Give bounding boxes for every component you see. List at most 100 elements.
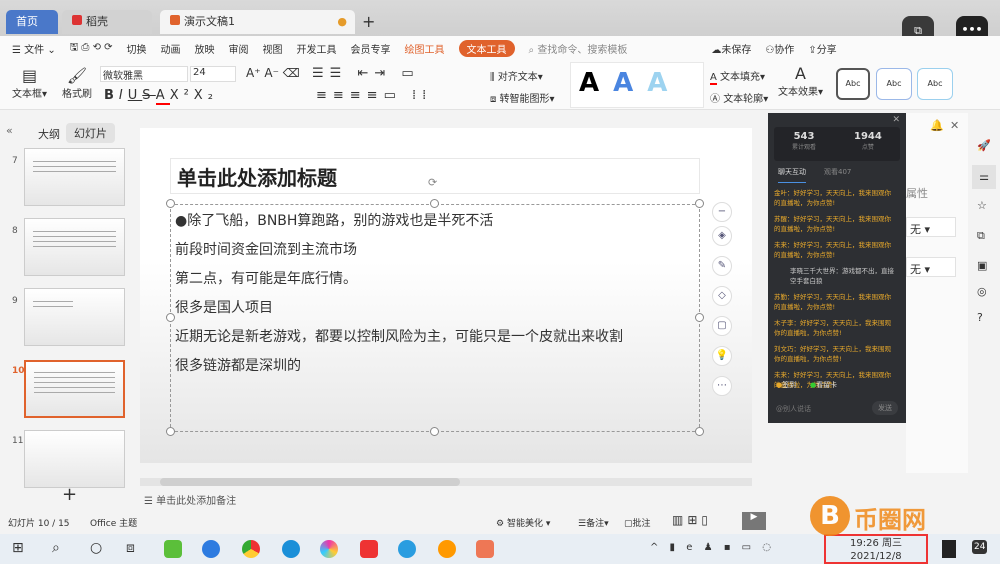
text-effect-button[interactable]: A 文本效果▾ [778, 64, 823, 98]
resize-handle[interactable] [695, 427, 704, 436]
send-button[interactable]: 发送 [872, 401, 898, 415]
format-buttons[interactable]: BIUSAX²X₂ [104, 88, 218, 105]
resize-handle[interactable] [695, 199, 704, 208]
edge-icon[interactable] [282, 540, 300, 558]
menu-devtools[interactable]: 开发工具 [297, 41, 337, 56]
slide-thumbnail[interactable] [24, 288, 125, 346]
slide-thumbnail-current[interactable] [24, 360, 125, 418]
resize-handle[interactable] [166, 199, 175, 208]
copy-icon[interactable]: ⧉ [977, 229, 985, 243]
pin-icon[interactable]: 🔔 [930, 119, 944, 132]
new-tab-button[interactable]: + [362, 12, 375, 31]
notification-icon[interactable] [942, 540, 956, 558]
collab-button[interactable]: ⚇协作 [765, 41, 794, 56]
cortana-icon[interactable]: ○ [90, 540, 102, 556]
fill-icon[interactable]: ◇ [712, 286, 732, 306]
shape-style-2[interactable]: Abc [876, 68, 912, 100]
bulb-icon[interactable]: 💡 [712, 346, 732, 366]
notification-badge[interactable]: 24 [972, 540, 988, 554]
browser-icon[interactable] [320, 540, 338, 558]
tab-daoke[interactable]: 稻壳 [62, 10, 152, 34]
card-button[interactable]: ●看留卡 [810, 380, 837, 390]
tab-viewers[interactable]: 观看407 [824, 167, 851, 177]
textbox-button[interactable]: ▤ 文本框▾ [12, 66, 47, 100]
signin-button[interactable]: ●签到 [776, 380, 796, 390]
menu-slideshow[interactable]: 放映 [195, 41, 215, 56]
windows-start-icon[interactable]: ⊞ [12, 540, 24, 556]
align-text-button[interactable]: ⫼ 对齐文本▾ [490, 68, 543, 83]
unsaved-status[interactable]: ☁未保存 [711, 41, 751, 56]
search-icon[interactable]: ⌕ [52, 540, 60, 556]
settings-sliders-icon[interactable]: ⚌ [972, 165, 996, 189]
slide-thumbnail[interactable] [24, 218, 125, 276]
collapse-icon[interactable]: « [6, 124, 13, 137]
comment-button[interactable]: ▢批注 [624, 516, 651, 529]
wordart-gallery[interactable]: AAA [570, 62, 704, 108]
dropdown-1[interactable]: 无 ▾ [906, 217, 956, 237]
smart-shape-button[interactable]: ⧈ 转智能图形▾ [490, 90, 555, 105]
quick-access-icons[interactable]: 🖫 ⎙ ⟲ ⟳ [70, 40, 113, 57]
location-icon[interactable]: ◎ [977, 285, 987, 298]
slide-thumbnail[interactable] [24, 148, 125, 206]
text-fill-button[interactable]: A 文本填充▾ [710, 68, 765, 85]
paragraph-buttons[interactable]: ☰☰ ⇤⇥ ▭ [312, 66, 420, 81]
file-menu[interactable]: ☰ 文件 ⌄ [12, 41, 56, 56]
app-icon[interactable] [438, 540, 456, 558]
menu-review[interactable]: 审阅 [229, 41, 249, 56]
sogou-icon[interactable] [202, 540, 220, 558]
font-size-buttons[interactable]: A⁺ A⁻ ⌫ [246, 66, 300, 80]
add-slide-button[interactable]: + [62, 484, 77, 505]
horizontal-scrollbar[interactable] [140, 478, 752, 486]
beautify-button[interactable]: ⚙ 智能美化 ▾ [496, 516, 550, 529]
layers-icon[interactable]: ◈ [712, 226, 732, 246]
menu-draw-tools[interactable]: 绘图工具 [405, 41, 445, 56]
tab-outline[interactable]: 大纲 [38, 126, 60, 142]
menu-animation[interactable]: 动画 [161, 41, 181, 56]
resize-handle[interactable] [430, 427, 439, 436]
menu-text-tools[interactable]: 文本工具 [458, 39, 515, 57]
wps-icon[interactable] [360, 540, 378, 558]
frame-icon[interactable]: ▢ [712, 316, 732, 336]
menu-view[interactable]: 视图 [263, 41, 283, 56]
text-outline-button[interactable]: Ⓐ 文本轮廓▾ [710, 90, 768, 105]
rocket-icon[interactable]: 🚀 [977, 139, 991, 152]
clock[interactable]: 19:26 周三 2021/12/8 [824, 534, 928, 564]
tab-document[interactable]: 演示文稿1 ● [160, 10, 355, 34]
notes-button[interactable]: ☰备注▾ [578, 516, 609, 529]
dropdown-2[interactable]: 无 ▾ [906, 257, 956, 277]
help-icon[interactable]: ? [977, 311, 983, 324]
resize-handle[interactable] [695, 313, 704, 322]
align-buttons[interactable]: ≡≡≡≡▭ ⁞⁞ [316, 88, 432, 103]
menu-member[interactable]: 会员专享 [351, 41, 391, 56]
rotate-handle-icon[interactable]: ⟳ [428, 176, 437, 189]
resize-handle[interactable] [166, 427, 175, 436]
template-icon[interactable]: ▣ [977, 259, 987, 272]
font-select[interactable]: 微软雅黑 [100, 66, 188, 82]
play-button[interactable]: ▶ [742, 512, 766, 530]
resize-handle[interactable] [430, 199, 439, 208]
ppt-taskbar-icon[interactable] [476, 540, 494, 558]
close-icon[interactable]: ✕ [892, 115, 900, 125]
chat-input[interactable]: @别人说话 [776, 404, 811, 414]
tray-icons[interactable]: ^ ▮ e ♟ ▪ ▭ ◌ [650, 542, 775, 553]
share-button[interactable]: ⇪分享 [808, 41, 836, 56]
ie-icon[interactable] [164, 540, 182, 558]
telegram-icon[interactable] [398, 540, 416, 558]
menu-switch[interactable]: 切换 [127, 41, 147, 56]
collapse-icon[interactable]: − [712, 202, 732, 222]
shape-style-1[interactable]: Abc [836, 68, 870, 100]
tab-slides[interactable]: 幻灯片 [66, 123, 115, 143]
search-command[interactable]: ⌕ 查找命令、搜索模板 [529, 41, 628, 56]
tab-home[interactable]: 首页 [6, 10, 58, 34]
pen-icon[interactable]: ✎ [712, 256, 732, 276]
more-icon[interactable]: ⋯ [712, 376, 732, 396]
task-view-icon[interactable]: ⧈ [126, 540, 135, 556]
notes-placeholder[interactable]: ☰ 单击此处添加备注 [144, 492, 236, 507]
close-panel-icon[interactable]: ✕ [950, 119, 959, 132]
chrome-icon[interactable] [242, 540, 260, 558]
view-buttons[interactable]: ▥⊞▯ [672, 513, 712, 527]
font-size-select[interactable]: 24 [190, 66, 236, 82]
resize-handle[interactable] [166, 313, 175, 322]
tab-chat[interactable]: 聊天互动 [778, 167, 806, 183]
format-painter-button[interactable]: 🖌 格式刷 [62, 66, 92, 100]
